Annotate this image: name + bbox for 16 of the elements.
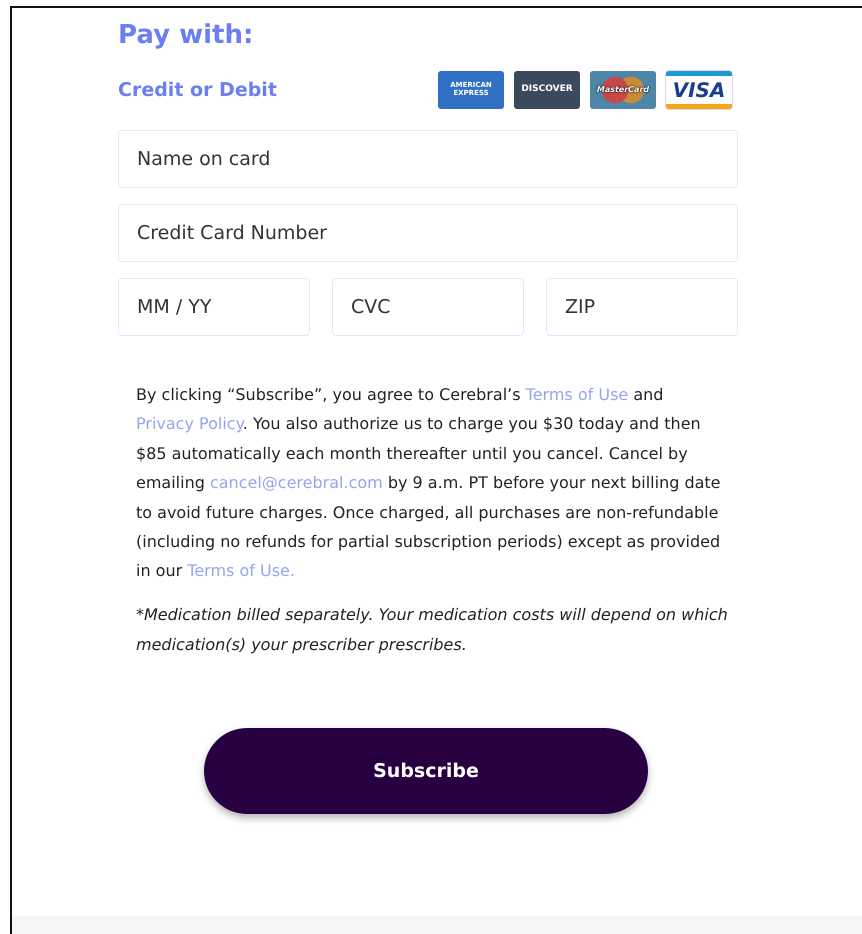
medication-note: *Medication billed separately. Your medication costs will depend on which medication(s) your prescriber prescribes. [136,604,729,656]
subscribe-button[interactable]: Subscribe [204,728,648,814]
input-field[interactable]: CVC [332,278,524,336]
input-field[interactable]: Name on card [118,130,738,188]
link[interactable]: Terms of Use. [187,561,295,580]
card-logo: DISCOVER [514,71,580,109]
input-field[interactable]: Credit Card Number [118,204,738,262]
payment-method-label: Credit or Debit [118,79,277,101]
section-heading: Pay with: [118,20,254,52]
card-logo: VISA [666,71,732,109]
input-field[interactable]: MM / YY [118,278,310,336]
input-field[interactable]: ZIP [546,278,738,336]
terms-paragraph: By clicking “Subscribe”, you agree to Cerebral’s Terms of Use and Privacy Policy. You also authorize us to charge you $30 today and then $85 automatically each month thereafter until you cancel. Cancel by emailing cancel@cerebral.com by 9 a.m. PT before your next billing date to avoid future charges. Once charged, all purchases are non-refundable (including no refunds for partial subscription periods) except as provided in our Terms of Use. [136,384,722,582]
link[interactable]: Terms of Use [526,385,628,404]
link[interactable]: Privacy Policy [136,414,243,434]
link[interactable]: cancel@cerebral.com [210,473,383,492]
